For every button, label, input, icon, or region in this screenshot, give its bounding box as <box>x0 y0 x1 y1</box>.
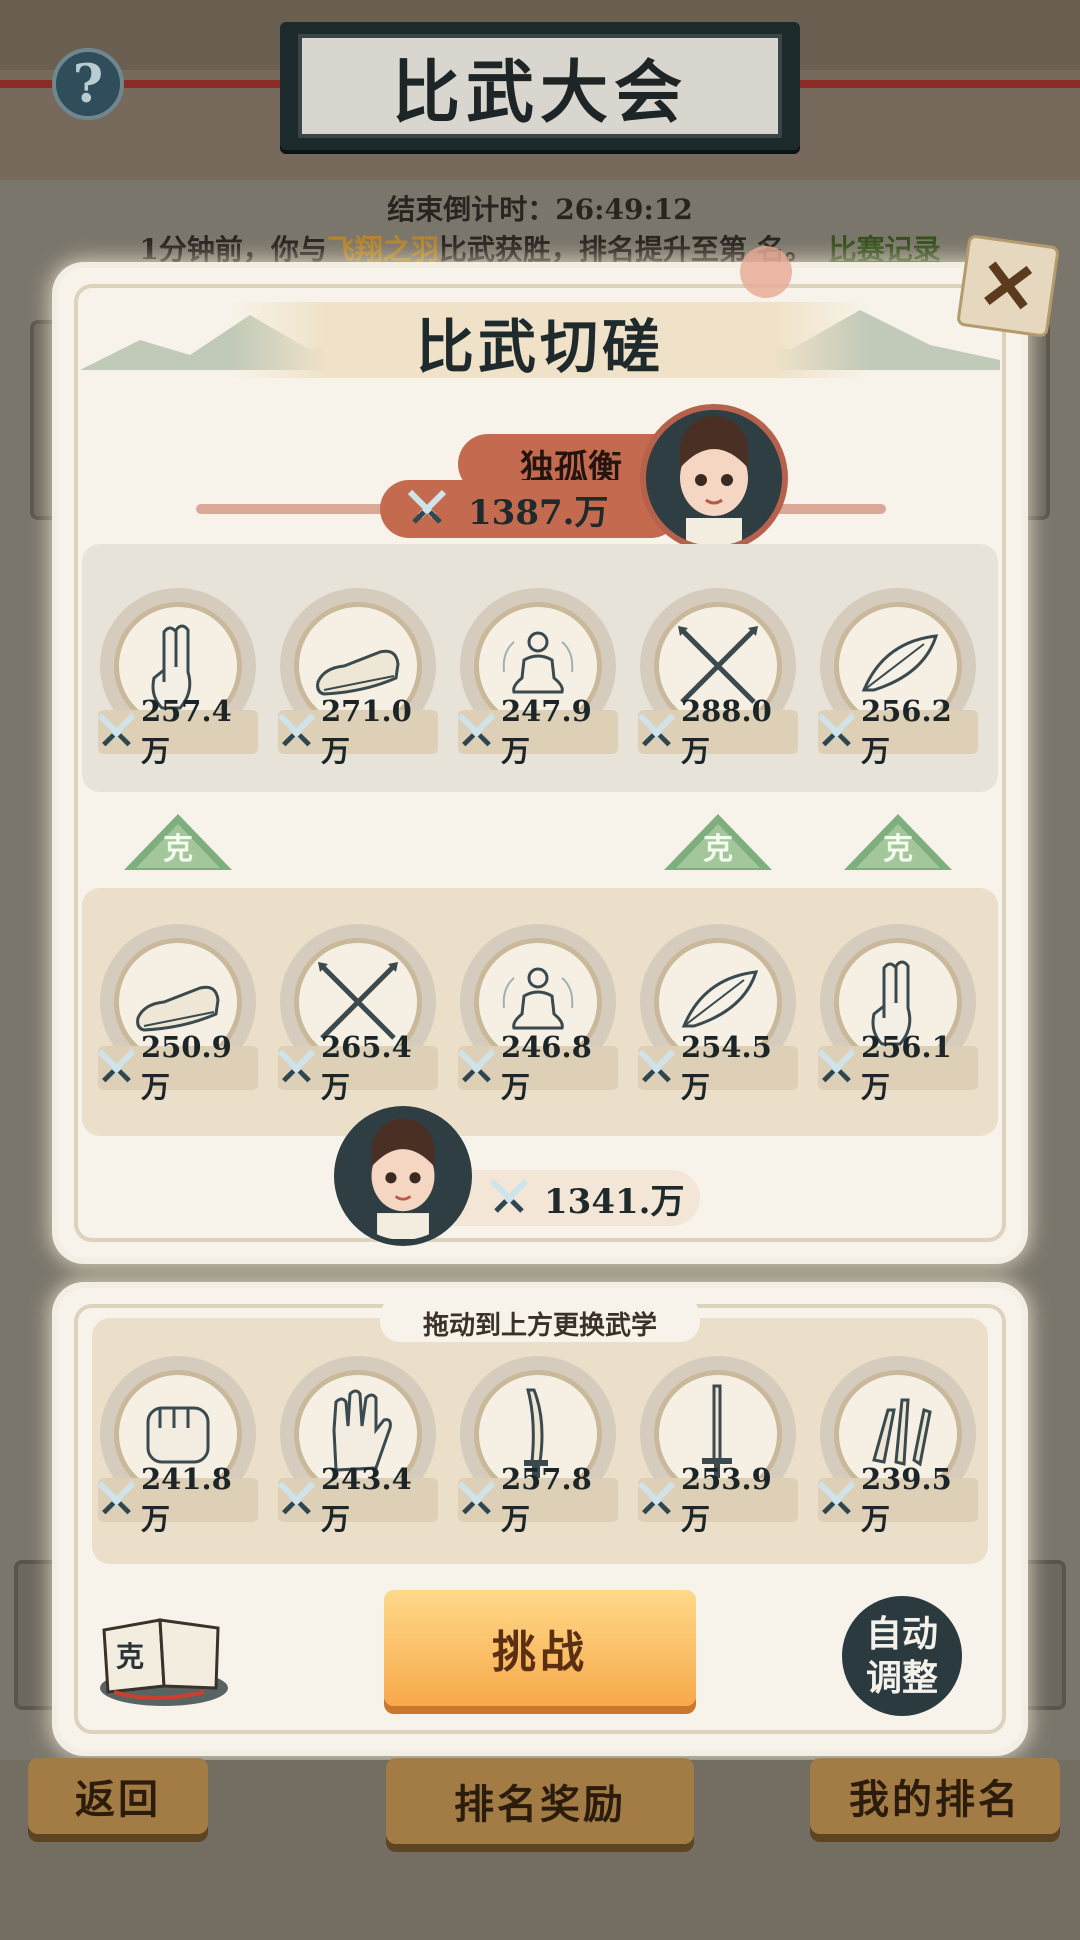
skill-power: 288.0万 <box>637 694 798 768</box>
opponent-skill-slot[interactable]: 271.0万 <box>277 588 438 768</box>
rope-right <box>780 80 1080 88</box>
swords-icon <box>97 713 136 747</box>
counter-label: 克 <box>163 832 193 867</box>
opponent-avatar <box>640 404 788 552</box>
opponent-skill-slot[interactable]: 257.4万 <box>97 588 258 768</box>
skill-power-value: 254.5万 <box>680 1030 772 1104</box>
swords-icon <box>277 1481 316 1515</box>
skill-power-value: 256.2万 <box>860 694 952 768</box>
swords-icon <box>817 1481 856 1515</box>
battle-notice: 1分钟前，你与飞翔之羽比武获胜，排名提升至第 名。 比赛记录 <box>0 228 1080 268</box>
match-record-link[interactable]: 比赛记录 <box>829 233 941 266</box>
swords-icon <box>277 713 316 747</box>
skill-power-value: 271.0万 <box>320 694 412 768</box>
player-skill-slot[interactable]: 246.8万 <box>457 924 618 1104</box>
counter-book-icon[interactable]: 克 <box>94 1600 234 1710</box>
skill-power-value: 246.8万 <box>500 1030 592 1104</box>
swords-icon <box>97 1049 136 1083</box>
inventory-skill-slot[interactable]: 257.8万 <box>457 1356 618 1536</box>
skill-power: 256.2万 <box>817 694 978 768</box>
swords-icon <box>407 489 447 524</box>
player-skill-slot[interactable]: 256.1万 <box>817 924 978 1104</box>
player-power-value: 1341.万 <box>544 1181 685 1222</box>
swords-icon <box>457 1481 496 1515</box>
inventory-skill-slot[interactable]: 241.8万 <box>97 1356 258 1536</box>
counter-marker: 克 <box>840 810 956 874</box>
countdown-text: 结束倒计时：26:49:12 <box>387 193 693 226</box>
player-skill-slot[interactable]: 254.5万 <box>637 924 798 1104</box>
rope-left <box>0 80 300 88</box>
counter-marker: 克 <box>660 810 776 874</box>
skill-power-value: 253.9万 <box>680 1462 772 1536</box>
swords-icon <box>817 1049 856 1083</box>
skill-power-value: 257.8万 <box>500 1462 592 1536</box>
back-button[interactable]: 返回 <box>28 1758 208 1834</box>
player-skill-slot[interactable]: 250.9万 <box>97 924 258 1104</box>
skill-power: 257.8万 <box>457 1462 618 1536</box>
opponent-skill-slot[interactable]: 247.9万 <box>457 588 618 768</box>
inventory-skill-slot[interactable]: 243.4万 <box>277 1356 438 1536</box>
opponent-skill-slot[interactable]: 288.0万 <box>637 588 798 768</box>
book-label: 克 <box>116 1640 144 1673</box>
auto-adjust-button[interactable]: 自动 调整 <box>842 1596 962 1716</box>
swords-icon <box>277 1049 316 1083</box>
skill-power: 250.9万 <box>97 1030 258 1104</box>
help-icon[interactable]: ? <box>52 48 124 120</box>
skill-power: 257.4万 <box>97 694 258 768</box>
counter-label: 克 <box>883 832 913 867</box>
swords-icon <box>457 713 496 747</box>
skill-power-value: 288.0万 <box>680 694 772 768</box>
my-rank-button[interactable]: 我的排名 <box>810 1758 1060 1834</box>
skill-power: 243.4万 <box>277 1462 438 1536</box>
modal-title: 比武切磋 <box>415 313 664 381</box>
drag-hint: 拖动到上方更换武学 <box>422 1311 657 1341</box>
close-icon[interactable]: ✕ <box>956 234 1060 338</box>
skill-power: 253.9万 <box>637 1462 798 1536</box>
rank-rewards-button[interactable]: 排名奖励 <box>386 1758 694 1844</box>
swords-icon <box>457 1049 496 1083</box>
auto-label-1: 自动 <box>865 1613 938 1655</box>
swords-icon <box>637 1481 676 1515</box>
opponent-power-value: 1387.万 <box>468 492 609 533</box>
skill-power: 254.5万 <box>637 1030 798 1104</box>
skill-power-value: 243.4万 <box>320 1462 412 1536</box>
skill-power-value: 256.1万 <box>860 1030 952 1104</box>
counter-label: 克 <box>703 832 733 867</box>
skill-power: 271.0万 <box>277 694 438 768</box>
skill-power-value: 247.9万 <box>500 694 592 768</box>
skill-power-value: 250.9万 <box>140 1030 232 1104</box>
skill-power-value: 265.4万 <box>320 1030 412 1104</box>
swords-icon <box>637 713 676 747</box>
challenge-button[interactable]: 挑战 <box>384 1590 696 1706</box>
skill-power-value: 241.8万 <box>140 1462 232 1536</box>
player-avatar <box>334 1106 472 1246</box>
skill-power: 256.1万 <box>817 1030 978 1104</box>
counter-marker: 克 <box>120 810 236 874</box>
skill-power: 241.8万 <box>97 1462 258 1536</box>
auto-label-2: 调整 <box>865 1657 938 1699</box>
skill-power-value: 257.4万 <box>140 694 232 768</box>
skill-power: 246.8万 <box>457 1030 618 1104</box>
inventory-skill-slot[interactable]: 239.5万 <box>817 1356 978 1536</box>
skill-power-value: 239.5万 <box>860 1462 952 1536</box>
notice-prefix: 1分钟前，你与 <box>139 233 327 266</box>
player-skill-slot[interactable]: 265.4万 <box>277 924 438 1104</box>
notice-opponent: 飞翔之羽 <box>326 233 439 266</box>
page-title: 比武大会 <box>298 34 782 138</box>
skill-power: 239.5万 <box>817 1462 978 1536</box>
skill-power: 265.4万 <box>277 1030 438 1104</box>
swords-icon <box>817 713 856 747</box>
swords-icon <box>637 1049 676 1083</box>
opponent-power: 1387.万 <box>380 480 680 538</box>
opponent-skill-slot[interactable]: 256.2万 <box>817 588 978 768</box>
swords-icon <box>489 1178 529 1213</box>
skill-power: 247.9万 <box>457 694 618 768</box>
swords-icon <box>97 1481 136 1515</box>
inventory-skill-slot[interactable]: 253.9万 <box>637 1356 798 1536</box>
sun-decoration <box>740 246 792 298</box>
